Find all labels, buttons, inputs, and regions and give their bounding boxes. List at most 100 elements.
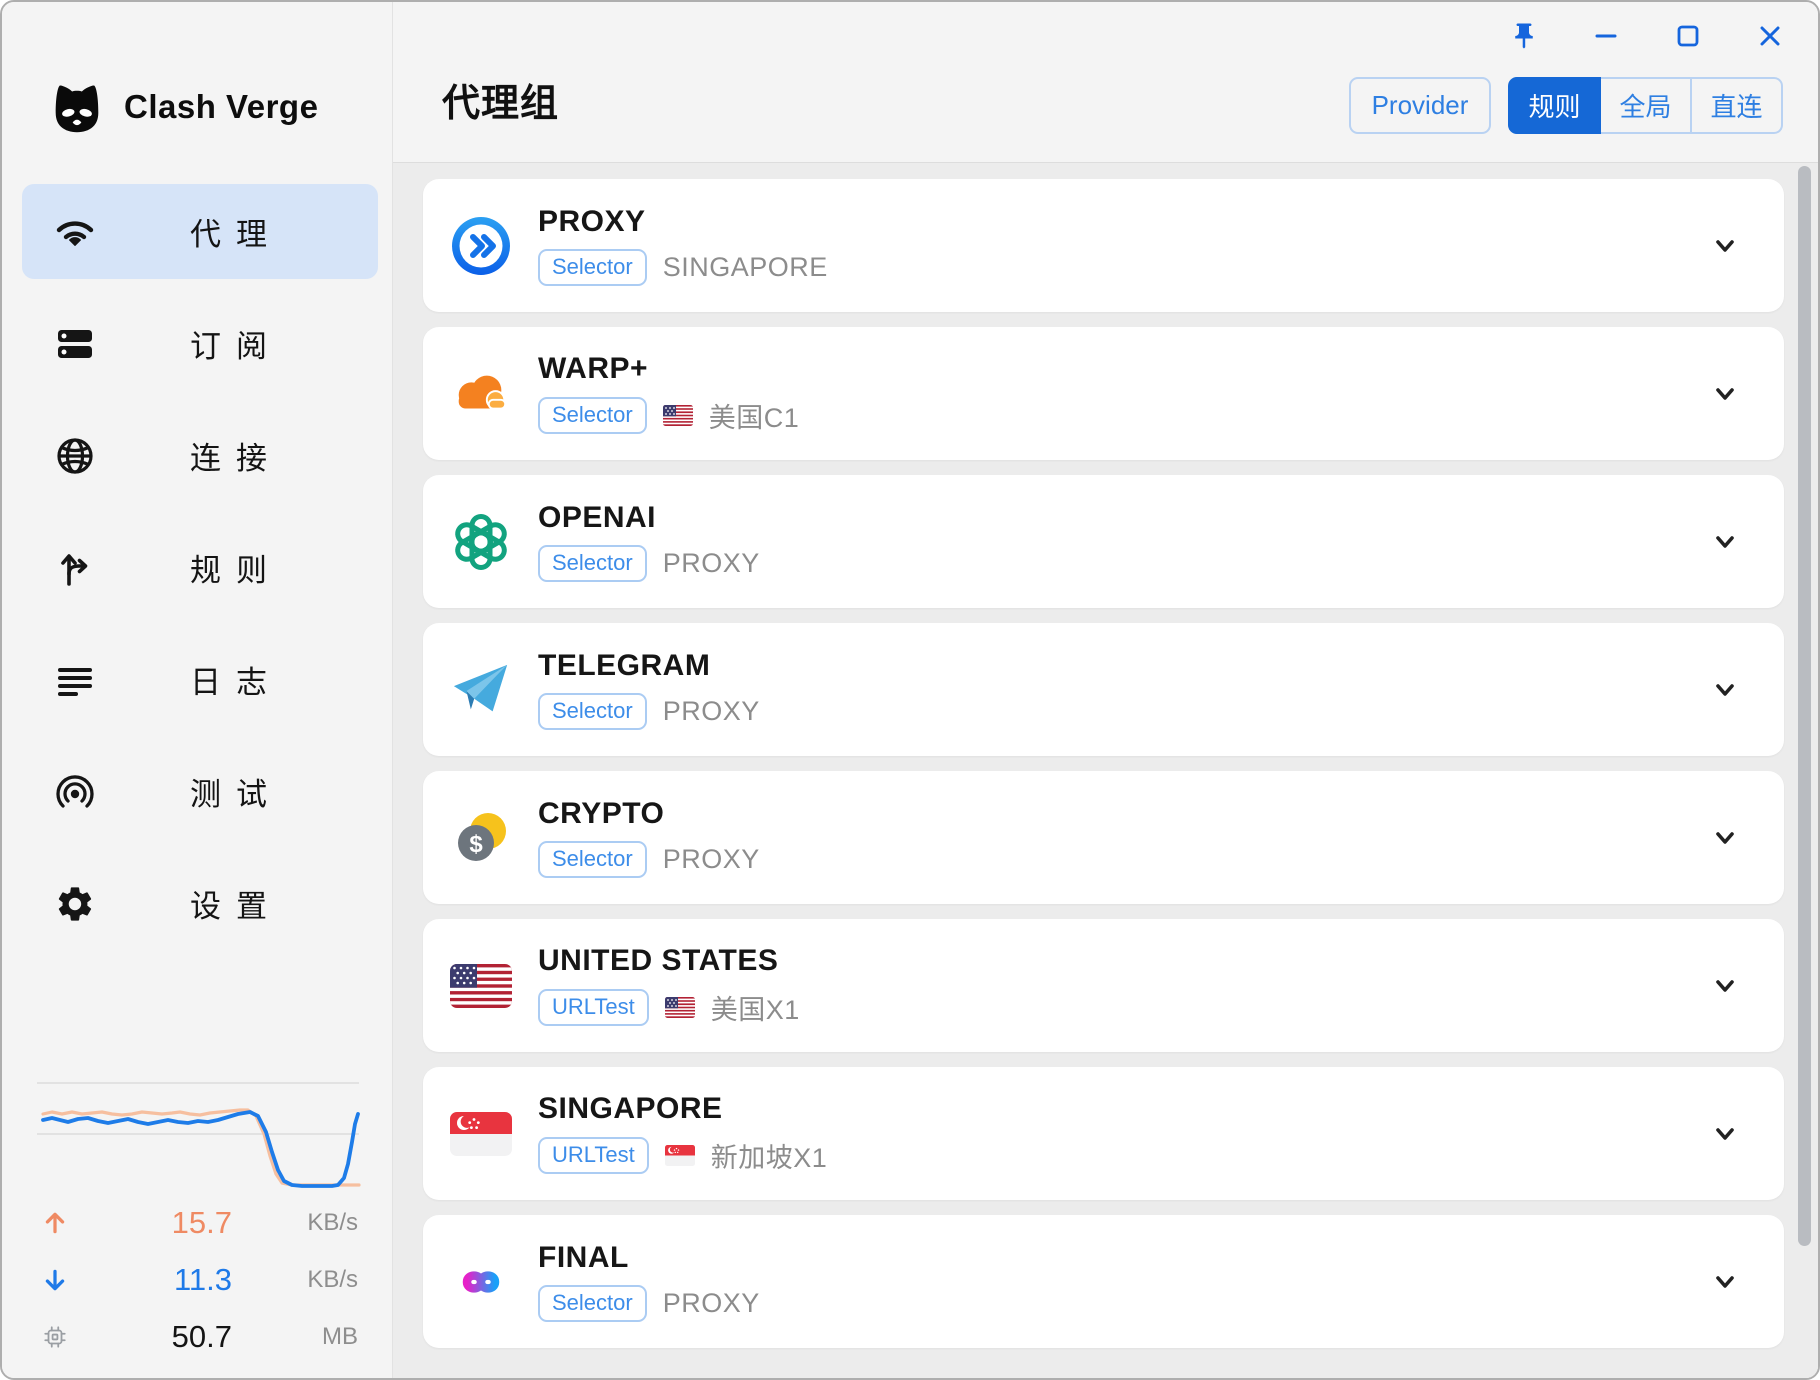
group-type-badge: Selector [538,693,647,731]
sidebar-item-label: 日志 [190,657,282,702]
proxy-group-row-proxy[interactable]: PROXY Selector SINGAPORE [423,179,1784,312]
logs-icon [54,659,96,701]
proxy-group-row-telegram[interactable]: TELEGRAM Selector PROXY [423,623,1784,756]
group-type-badge: URLTest [538,1137,649,1175]
cloudflare-icon [450,363,512,425]
svg-text:$: $ [469,831,483,858]
wifi-icon [54,211,96,253]
sg-flag-icon [450,1103,512,1165]
app-window: Clash Verge 代理 订阅 连接 规则 日志 测试 设置 [0,0,1820,1380]
chevron-down-icon[interactable] [1710,971,1740,1001]
sidebar-item-logs[interactable]: 日志 [22,632,378,727]
download-unit: KB/s [252,1251,358,1308]
memory-value: 50.7 [82,1308,232,1365]
mode-direct-button[interactable]: 直连 [1690,77,1783,134]
rules-fork-icon [54,547,96,589]
traffic-graph [2,1052,392,1197]
memory-stat: 50.7 MB [2,1308,392,1365]
group-current-node: PROXY [663,844,760,875]
chevron-down-icon[interactable] [1710,823,1740,853]
provider-button[interactable]: Provider [1349,77,1491,134]
proxy-group-row-warp-[interactable]: WARP+ Selector 美国C1 [423,327,1784,460]
page-title: 代理组 [442,72,559,127]
upload-value: 15.7 [82,1194,232,1251]
group-type-badge: Selector [538,841,647,879]
sidebar-item-label: 设置 [190,881,282,926]
crypto-coins-icon: $ [450,807,512,869]
sidebar-item-rules[interactable]: 规则 [22,520,378,615]
sidebar-item-label: 连接 [190,433,282,478]
upload-stat: 15.7 KB/s [2,1194,392,1251]
group-type-badge: Selector [538,397,647,435]
group-name: PROXY [538,205,828,239]
pin-button[interactable] [1508,20,1540,52]
group-name: CRYPTO [538,797,760,831]
close-button[interactable] [1754,20,1786,52]
proxy-group-row-openai[interactable]: OPENAI Selector PROXY [423,475,1784,608]
chevron-down-icon[interactable] [1710,1119,1740,1149]
sidebar: Clash Verge 代理 订阅 连接 规则 日志 测试 设置 [2,2,393,1378]
close-icon [1755,21,1785,51]
sidebar-item-settings[interactable]: 设置 [22,856,378,951]
memory-unit: MB [252,1308,358,1365]
sidebar-item-label: 规则 [190,545,282,590]
chevron-down-icon[interactable] [1710,527,1740,557]
group-name: FINAL [538,1241,760,1275]
openai-icon [450,511,512,573]
proxy-group-row-crypto[interactable]: $ CRYPTO Selector PROXY [423,771,1784,904]
upload-unit: KB/s [252,1194,358,1251]
window-controls [1508,20,1786,52]
sidebar-nav: 代理 订阅 连接 规则 日志 测试 设置 [22,184,378,968]
test-signal-icon [54,771,96,813]
flag-us-icon [665,997,695,1018]
proxy-group-row-singapore[interactable]: SINGAPORE URLTest 新加坡X1 [423,1067,1784,1200]
cpu-icon [42,1308,70,1365]
sidebar-item-label: 代理 [190,209,282,254]
proxy-icon [450,215,512,277]
sidebar-item-label: 测试 [190,769,282,814]
group-current-node: PROXY [663,548,760,579]
group-name: TELEGRAM [538,649,760,683]
proxy-group-list: PROXY Selector SINGAPORE WARP+ Selector … [393,162,1818,1378]
app-title: Clash Verge [124,88,318,126]
flag-sg-icon [665,1145,695,1166]
group-type-badge: URLTest [538,989,649,1027]
sidebar-item-label: 订阅 [190,321,282,366]
mode-rule-button[interactable]: 规则 [1508,77,1601,134]
minimize-icon [1591,21,1621,51]
group-name: WARP+ [538,352,799,386]
sidebar-item-tests[interactable]: 测试 [22,744,378,839]
maximize-icon [1673,21,1703,51]
subscription-icon [54,323,96,365]
proxy-group-row-united-states[interactable]: UNITED STATES URLTest 美国X1 [423,919,1784,1052]
group-name: UNITED STATES [538,944,800,978]
scrollbar-thumb[interactable] [1798,166,1811,1246]
group-type-badge: Selector [538,1285,647,1323]
infinity-icon [450,1251,512,1313]
mode-toggle-group: 规则 全局 直连 [1508,77,1783,134]
download-arrow-icon [42,1251,70,1308]
mode-global-button[interactable]: 全局 [1599,77,1692,134]
globe-icon [54,435,96,477]
chevron-down-icon[interactable] [1710,675,1740,705]
sidebar-item-profiles[interactable]: 订阅 [22,296,378,391]
chevron-down-icon[interactable] [1710,1267,1740,1297]
us-flag-icon [450,955,512,1017]
proxy-group-row-final[interactable]: FINAL Selector PROXY [423,1215,1784,1348]
chevron-down-icon[interactable] [1710,379,1740,409]
maximize-button[interactable] [1672,20,1704,52]
minimize-button[interactable] [1590,20,1622,52]
settings-gear-icon [54,883,96,925]
app-logo: Clash Verge [46,76,318,138]
traffic-stats: 15.7 KB/s 11.3 KB/s 50.7 MB [2,1194,392,1365]
flag-us-icon [663,405,693,426]
sidebar-item-proxies[interactable]: 代理 [22,184,378,279]
group-current-node: PROXY [663,696,760,727]
group-current-node: 新加坡X1 [711,1136,828,1175]
group-type-badge: Selector [538,545,647,583]
download-value: 11.3 [82,1251,232,1308]
telegram-icon [450,659,512,721]
sidebar-item-connections[interactable]: 连接 [22,408,378,503]
chevron-down-icon[interactable] [1710,231,1740,261]
pin-icon [1509,21,1539,51]
